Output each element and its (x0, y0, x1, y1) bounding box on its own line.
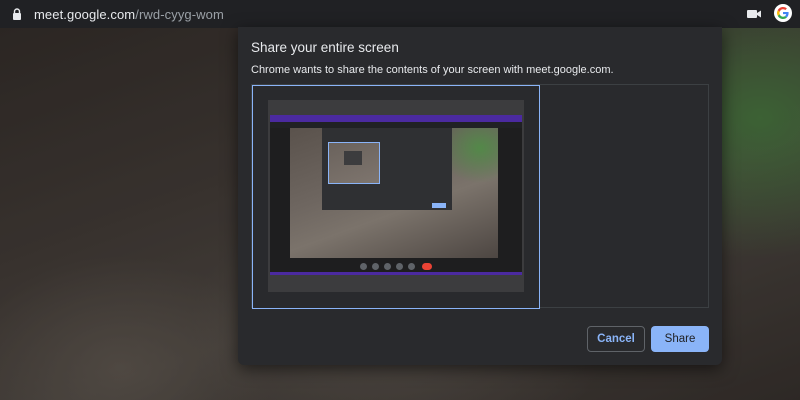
lock-icon[interactable] (10, 7, 24, 21)
camera-icon[interactable] (746, 7, 762, 19)
dialog-title: Share your entire screen (251, 40, 399, 55)
thumbnail-inner-box (344, 151, 362, 165)
share-button[interactable]: Share (651, 326, 709, 352)
topbar-actions (746, 4, 792, 22)
thumbnail-control-dot (408, 263, 415, 270)
screen-source-list (251, 84, 709, 309)
screen-thumbnail-image (270, 115, 522, 275)
thumbnail-taskbar (270, 272, 522, 275)
entire-screen-option[interactable] (252, 85, 540, 309)
thumbnail-control-dot (384, 263, 391, 270)
thumbnail-tabbar (270, 115, 522, 122)
url-text[interactable]: meet.google.com/rwd-cyyg-wom (34, 7, 224, 22)
thumbnail-hangup-button (422, 263, 432, 270)
dialog-description: Chrome wants to share the contents of yo… (251, 64, 614, 76)
thumbnail-control-dot (396, 263, 403, 270)
url-path: /rwd-cyyg-wom (135, 6, 224, 22)
screen-thumbnail (268, 100, 524, 292)
thumbnail-control-dot (372, 263, 379, 270)
cancel-button[interactable]: Cancel (587, 326, 645, 352)
google-account-icon[interactable] (774, 4, 792, 22)
share-screen-dialog: Share your entire screen Chrome wants to… (238, 27, 722, 365)
browser-address-bar: meet.google.com/rwd-cyyg-wom (0, 0, 800, 28)
thumbnail-control-dot (360, 263, 367, 270)
url-host: meet.google.com (34, 6, 136, 22)
thumbnail-share-button (432, 203, 446, 208)
